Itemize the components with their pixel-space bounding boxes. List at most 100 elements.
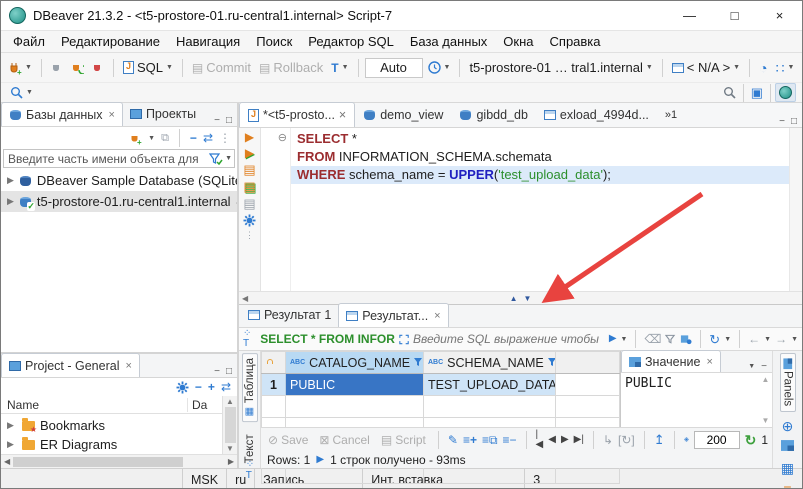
tree-item-er-diagrams[interactable]: ▶ ER Diagrams xyxy=(1,435,222,454)
scroll-right-icon[interactable]: ▶ xyxy=(228,457,234,466)
menu-file[interactable]: Файл xyxy=(5,32,53,51)
refresh-results-icon[interactable]: ↻ xyxy=(709,333,720,346)
fetch-all-rows-icon[interactable]: [↻] xyxy=(618,434,635,446)
tree-item-t5-prostore[interactable]: ▶ ✓ t5-prostore-01.ru-central1.internal … xyxy=(1,191,237,212)
scroll-left-icon[interactable]: ◀ xyxy=(242,294,248,303)
fetch-size-input[interactable] xyxy=(694,431,740,449)
active-connection-select[interactable]: t5-prostore-01 … tral1.internal ▼ xyxy=(466,58,655,77)
execute-script-icon[interactable]: ▤ xyxy=(243,163,255,176)
status-timezone[interactable]: MSK xyxy=(183,469,227,489)
presentation-text-tab[interactable]: ⁘T Текст xyxy=(238,430,262,478)
scroll-up-icon[interactable]: ▲ xyxy=(762,375,770,384)
scroll-up-icon[interactable]: ▲ xyxy=(226,397,234,406)
chevron-down-icon[interactable]: ▼ xyxy=(444,64,451,71)
erase-filter-icon[interactable]: ⌫ xyxy=(644,333,661,345)
next-row-icon[interactable]: ▶ xyxy=(561,435,569,445)
cancel-button[interactable]: ⊠Cancel xyxy=(316,431,372,449)
gear-icon[interactable] xyxy=(684,433,689,446)
new-connection-icon[interactable]: + xyxy=(129,132,142,145)
chevron-down-icon[interactable]: ▼ xyxy=(788,64,795,71)
presentation-grid-tab[interactable]: ▦ Таблица xyxy=(242,353,258,422)
tab-exload[interactable]: exload_4994d... xyxy=(536,102,657,127)
quick-access-search-button[interactable] xyxy=(720,84,739,101)
fetch-next-page-icon[interactable]: ↳ xyxy=(603,434,613,446)
link-editor-icon[interactable]: ⇄ xyxy=(221,381,231,393)
sash-down-icon[interactable]: ▼ xyxy=(524,294,532,303)
scroll-down-icon[interactable]: ▼ xyxy=(762,416,770,425)
nav-forward-icon[interactable]: → xyxy=(775,333,787,345)
tab-databases[interactable]: Базы данных × xyxy=(1,102,123,126)
chevron-down-icon[interactable]: ▼ xyxy=(764,336,771,343)
cell-catalog-name[interactable]: PUBLIC xyxy=(286,374,424,396)
prev-row-icon[interactable]: ◀ xyxy=(548,435,556,445)
column-filter-sort-icon[interactable]: ↕ xyxy=(548,357,556,368)
close-icon[interactable]: × xyxy=(706,356,712,368)
menu-edit[interactable]: Редактирование xyxy=(53,32,168,51)
active-database-select[interactable]: < N/A > ▼ xyxy=(669,58,743,77)
expand-arrow-icon[interactable]: ▶ xyxy=(7,175,14,186)
invalidate-button[interactable] xyxy=(89,59,107,76)
script-button[interactable]: ▤Script xyxy=(378,431,429,449)
chevron-down-icon[interactable]: ▼ xyxy=(791,336,798,343)
transaction-log-button[interactable]: T ▼ xyxy=(328,60,351,76)
aggregate-panel-icon[interactable]: ≡ xyxy=(783,482,791,489)
column-header-catalog-name[interactable]: ABC CATALOG_NAME ↕ xyxy=(286,352,424,374)
maximize-panel-icon[interactable]: □ xyxy=(226,366,232,377)
column-filter-sort-icon[interactable]: ↕ xyxy=(414,357,423,368)
menu-navigation[interactable]: Навигация xyxy=(168,32,248,51)
execute-statement-icon[interactable]: ▶ xyxy=(245,131,254,143)
value-viewer-panel-icon[interactable] xyxy=(781,440,794,454)
sql-editor-button[interactable]: SQL ▼ xyxy=(120,58,176,77)
grid-empty-row[interactable] xyxy=(262,396,620,418)
filter-expression-input[interactable] xyxy=(413,332,605,346)
value-content[interactable]: PUBLIC xyxy=(621,373,759,427)
menu-sql-editor[interactable]: Редактор SQL xyxy=(300,32,402,51)
menu-windows[interactable]: Окна xyxy=(495,32,541,51)
minimize-panel-icon[interactable]: − xyxy=(214,115,220,126)
scroll-thumb[interactable] xyxy=(13,457,183,467)
save-button[interactable]: ⊘Save xyxy=(265,431,311,449)
minimize-panel-icon[interactable]: − xyxy=(214,366,220,377)
scroll-thumb[interactable] xyxy=(225,407,236,443)
link-editor-icon[interactable]: ⇄ xyxy=(203,132,213,144)
first-row-icon[interactable]: |◀ xyxy=(536,430,544,450)
chevron-down-icon[interactable]: ▼ xyxy=(724,336,731,343)
close-icon[interactable]: × xyxy=(434,310,440,322)
delete-row-icon[interactable]: ≡− xyxy=(503,434,517,446)
editor-vertical-scrollbar[interactable] xyxy=(789,128,802,291)
chevron-down-icon[interactable]: ▼ xyxy=(25,64,32,71)
tab-projects[interactable]: Проекты xyxy=(123,102,203,126)
sash-up-icon[interactable]: ▲ xyxy=(510,294,518,303)
close-icon[interactable]: × xyxy=(125,360,131,372)
chevron-down-icon[interactable]: ▼ xyxy=(733,64,740,71)
tab-project-general[interactable]: Project - General × xyxy=(1,353,140,377)
grid-corner-cell[interactable] xyxy=(262,352,286,374)
nav-back-icon[interactable]: ← xyxy=(748,333,760,345)
cell-schema-name[interactable]: TEST_UPLOAD_DATA xyxy=(424,374,556,396)
explain-plan-icon[interactable]: ▤ xyxy=(243,197,255,210)
commit-button[interactable]: ▤ Commit xyxy=(189,58,254,77)
close-button[interactable]: × xyxy=(757,1,802,30)
tree-item-sample-db[interactable]: ▶ DBeaver Sample Database (SQLite) xyxy=(1,170,237,191)
execute-script-new-tab-icon[interactable]: ▤ xyxy=(243,180,255,193)
save-filter-icon[interactable] xyxy=(680,334,692,345)
calendar-panel-icon[interactable]: ▦ xyxy=(781,461,794,475)
edit-cell-icon[interactable]: ✎ xyxy=(448,434,458,446)
tree-item-bookmarks[interactable]: ▶ ★ Bookmarks xyxy=(1,416,222,435)
new-connection-button[interactable]: + ▼ xyxy=(5,59,35,77)
chevron-down-icon[interactable]: ▼ xyxy=(225,155,232,162)
maximize-panel-icon[interactable]: □ xyxy=(791,116,797,127)
tab-demo-view[interactable]: demo_view xyxy=(355,102,451,127)
expand-arrow-icon[interactable]: ▶ xyxy=(7,196,14,207)
chevron-down-icon[interactable]: ▼ xyxy=(148,135,155,142)
last-row-icon[interactable]: ▶| xyxy=(574,435,584,445)
filter-funnel-icon[interactable] xyxy=(209,153,223,165)
tab-result-1[interactable]: Результат 1 xyxy=(241,303,338,327)
value-scrollbar[interactable]: ▲ ▼ xyxy=(759,373,772,427)
export-data-icon[interactable]: ↥ xyxy=(654,433,665,446)
row-number-cell[interactable]: 1 xyxy=(262,374,286,396)
expand-all-icon[interactable]: + xyxy=(208,381,215,393)
add-row-icon[interactable]: ≡+ xyxy=(463,434,477,446)
tasks-button[interactable]: ∷ ▼ xyxy=(773,59,798,77)
dashboard-button[interactable]: ◔ xyxy=(756,59,770,77)
